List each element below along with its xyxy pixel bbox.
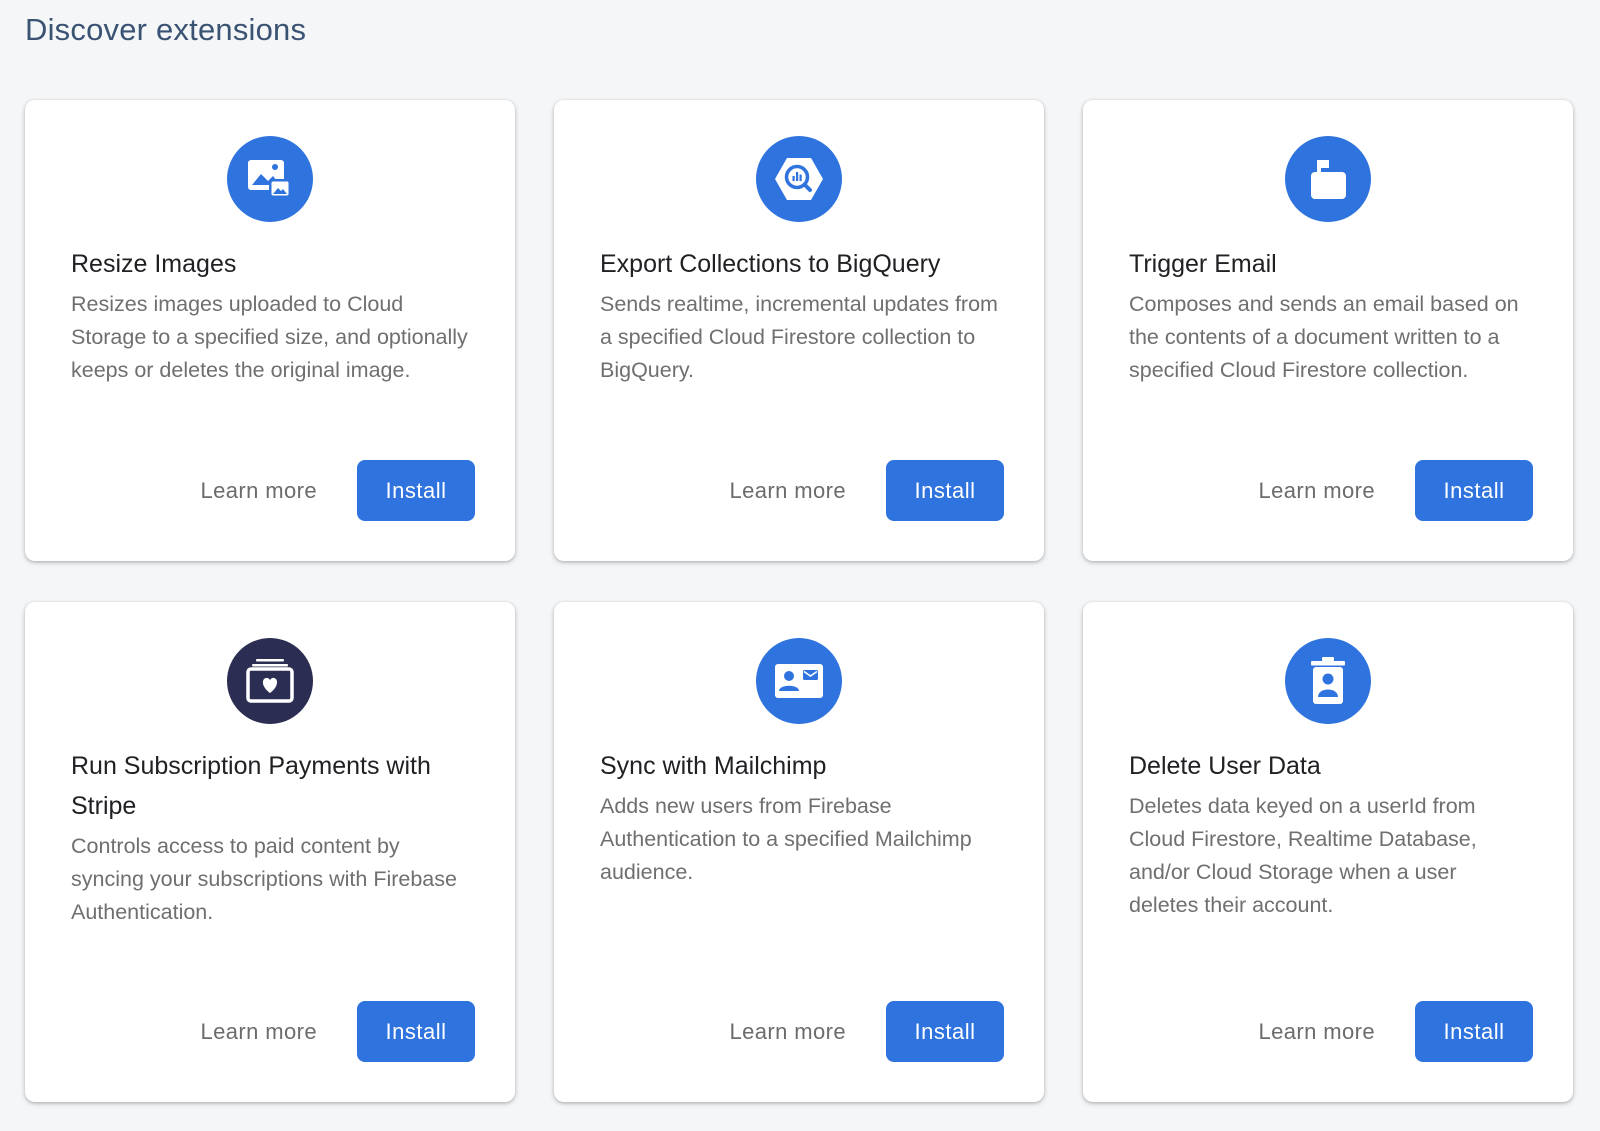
card-actions: Learn more Install [729, 460, 1004, 521]
delete-user-icon [1285, 638, 1371, 724]
card-title: Resize Images [71, 250, 237, 278]
learn-more-button[interactable]: Learn more [729, 478, 846, 504]
extensions-grid: Resize Images Resizes images uploaded to… [25, 100, 1573, 1102]
card-actions: Learn more Install [200, 460, 475, 521]
image-resize-icon [227, 136, 313, 222]
install-button[interactable]: Install [886, 460, 1004, 521]
install-button[interactable]: Install [1415, 1001, 1533, 1062]
card-title: Sync with Mailchimp [600, 752, 827, 780]
learn-more-button[interactable]: Learn more [1258, 1019, 1375, 1045]
card-title: Export Collections to BigQuery [600, 250, 941, 278]
extension-card-resize-images: Resize Images Resizes images uploaded to… [25, 100, 515, 561]
install-button[interactable]: Install [1415, 460, 1533, 521]
learn-more-button[interactable]: Learn more [729, 1019, 846, 1045]
card-description: Adds new users from Firebase Authenticat… [600, 794, 972, 884]
extension-card-trigger-email: Trigger Email Composes and sends an emai… [1083, 100, 1573, 561]
learn-more-button[interactable]: Learn more [200, 1019, 317, 1045]
extension-card-mailchimp: Sync with Mailchimp Adds new users from … [554, 602, 1044, 1102]
card-title: Run Subscription Payments with Stripe [71, 752, 431, 820]
extension-card-bigquery: Export Collections to BigQuery Sends rea… [554, 100, 1044, 561]
bigquery-icon [756, 136, 842, 222]
install-button[interactable]: Install [357, 1001, 475, 1062]
card-description: Composes and sends an email based on the… [1129, 292, 1519, 382]
extension-card-stripe: Run Subscription Payments with Stripe Co… [25, 602, 515, 1102]
learn-more-button[interactable]: Learn more [200, 478, 317, 504]
subscription-heart-icon [227, 638, 313, 724]
card-title: Delete User Data [1129, 752, 1321, 780]
card-actions: Learn more Install [200, 1001, 475, 1062]
contact-card-icon [756, 638, 842, 724]
card-actions: Learn more Install [729, 1001, 1004, 1062]
install-button[interactable]: Install [886, 1001, 1004, 1062]
card-description: Sends realtime, incremental updates from… [600, 292, 998, 382]
card-description: Controls access to paid content by synci… [71, 834, 457, 924]
card-title: Trigger Email [1129, 250, 1277, 278]
mailbox-icon [1285, 136, 1371, 222]
card-description: Deletes data keyed on a userId from Clou… [1129, 794, 1477, 917]
card-description: Resizes images uploaded to Cloud Storage… [71, 292, 468, 382]
extension-card-delete-user-data: Delete User Data Deletes data keyed on a… [1083, 602, 1573, 1102]
card-actions: Learn more Install [1258, 1001, 1533, 1062]
learn-more-button[interactable]: Learn more [1258, 478, 1375, 504]
page-title: Discover extensions [25, 12, 307, 47]
install-button[interactable]: Install [357, 460, 475, 521]
card-actions: Learn more Install [1258, 460, 1533, 521]
